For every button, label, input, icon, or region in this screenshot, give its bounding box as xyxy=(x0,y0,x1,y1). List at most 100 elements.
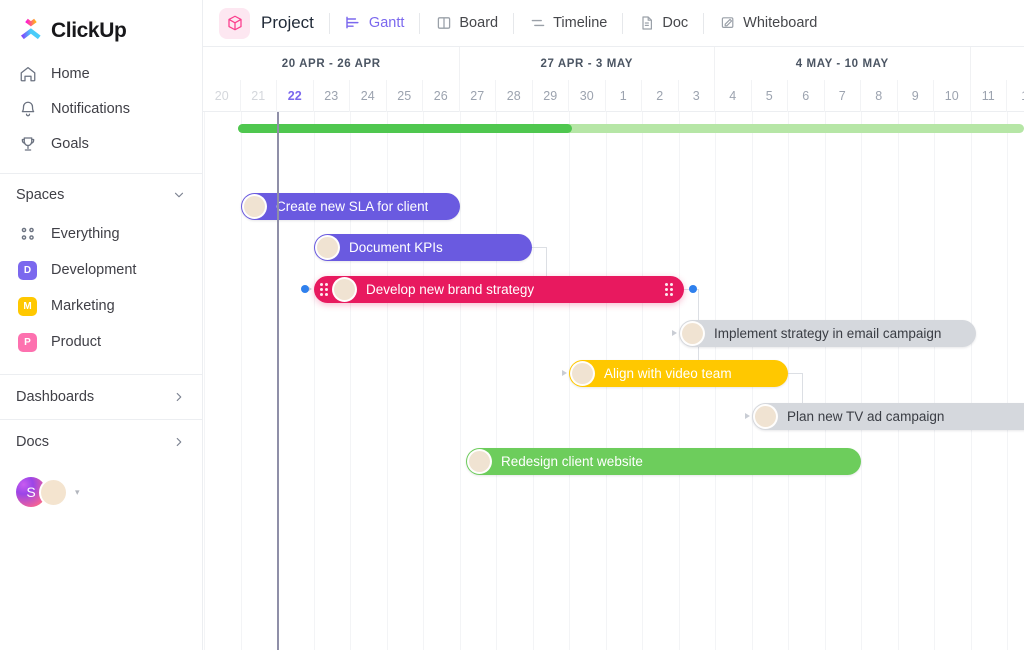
tab-board[interactable]: Board xyxy=(435,15,498,32)
day-cell[interactable]: 9 xyxy=(898,80,934,112)
day-cell[interactable]: 26 xyxy=(423,80,460,112)
grid-line xyxy=(569,112,570,650)
day-cell[interactable]: 29 xyxy=(533,80,569,112)
sidebar-item-everything-label: Everything xyxy=(51,226,120,242)
day-cell[interactable]: 20 xyxy=(204,80,241,112)
sidebar: ClickUp Home Notifications Goals Spaces … xyxy=(0,0,203,650)
day-cell[interactable]: 4 xyxy=(715,80,752,112)
day-cell[interactable]: 27 xyxy=(460,80,496,112)
toolbar-divider xyxy=(622,12,624,34)
gantt-task-bar[interactable]: Develop new brand strategy xyxy=(314,276,684,303)
day-cell[interactable]: 8 xyxy=(861,80,898,112)
day-cell[interactable]: 21 xyxy=(241,80,277,112)
day-cell[interactable]: 25 xyxy=(387,80,423,112)
day-cell[interactable]: 1 xyxy=(606,80,642,112)
assignee-avatar[interactable] xyxy=(467,449,492,474)
avatar[interactable] xyxy=(39,477,68,507)
dependency-handle-right[interactable] xyxy=(689,285,697,293)
assignee-avatar[interactable] xyxy=(680,321,705,346)
tab-timeline[interactable]: Timeline xyxy=(529,15,607,32)
caret-down-icon[interactable]: ▾ xyxy=(75,487,80,498)
assignee-avatar[interactable] xyxy=(332,277,357,302)
day-cell[interactable]: 24 xyxy=(350,80,387,112)
sidebar-item-product-label: Product xyxy=(51,334,101,350)
day-cell[interactable]: 2 xyxy=(642,80,679,112)
grid-line xyxy=(824,112,826,650)
gantt-task-label: Plan new TV ad campaign xyxy=(787,409,945,424)
gantt-task-label: Create new SLA for client xyxy=(276,199,429,214)
day-cell[interactable]: 11 xyxy=(971,80,1007,112)
dependency-handle-left[interactable] xyxy=(301,285,309,293)
day-cell[interactable]: 5 xyxy=(752,80,788,112)
week-label: 27 APR - 3 MAY xyxy=(460,47,715,80)
sidebar-item-notifications-label: Notifications xyxy=(51,100,130,117)
grid-line xyxy=(934,112,935,650)
overall-progress-fill xyxy=(238,124,572,133)
chevron-down-icon[interactable] xyxy=(172,188,186,202)
gantt-chart-canvas[interactable]: TODAYCreate new SLA for clientDocument K… xyxy=(203,112,1024,650)
week-row: 20 APR - 26 APR 27 APR - 3 MAY 4 MAY - 10 … xyxy=(203,47,1024,80)
grid-line xyxy=(496,112,497,650)
sidebar-section-spaces[interactable]: Spaces xyxy=(0,174,202,216)
gantt-task-bar[interactable]: Implement strategy in email campaign xyxy=(679,320,976,347)
sidebar-item-marketing[interactable]: M Marketing xyxy=(0,288,202,324)
gantt-task-bar[interactable]: Align with video team xyxy=(569,360,788,387)
gantt-task-label: Implement strategy in email campaign xyxy=(714,326,942,341)
day-cell[interactable]: 6 xyxy=(788,80,825,112)
assignee-avatar[interactable] xyxy=(570,361,595,386)
sidebar-item-development[interactable]: D Development xyxy=(0,252,202,288)
dependency-arrow-icon xyxy=(672,330,677,336)
tab-whiteboard-label: Whiteboard xyxy=(743,15,818,31)
toolbar-divider xyxy=(703,12,705,34)
gantt-task-bar[interactable]: Document KPIs xyxy=(314,234,532,261)
board-icon xyxy=(435,15,452,32)
tab-doc[interactable]: Doc xyxy=(638,15,688,32)
sidebar-item-goals[interactable]: Goals xyxy=(0,126,202,161)
resize-handle-icon[interactable] xyxy=(665,283,676,296)
assignee-avatar[interactable] xyxy=(315,235,340,260)
toolbar-divider xyxy=(328,12,330,34)
sidebar-item-product[interactable]: P Product xyxy=(0,324,202,360)
topbar: Project Gantt Board Timeline Doc Whitebo… xyxy=(203,0,1024,47)
space-badge-development: D xyxy=(18,260,37,280)
day-cell[interactable]: 10 xyxy=(934,80,971,112)
gantt-task-bar[interactable]: Plan new TV ad campaign xyxy=(752,403,1024,430)
assignee-avatar[interactable] xyxy=(242,194,267,219)
sidebar-item-dashboards-label: Dashboards xyxy=(16,389,95,405)
grid-line xyxy=(970,112,972,650)
sidebar-item-home[interactable]: Home xyxy=(0,56,202,91)
assignee-avatar[interactable] xyxy=(753,404,778,429)
day-cell[interactable]: 1 xyxy=(1007,80,1024,112)
gantt-task-bar[interactable]: Redesign client website xyxy=(466,448,861,475)
grid-line xyxy=(788,112,789,650)
clickup-logo-icon xyxy=(18,18,44,44)
doc-icon xyxy=(638,15,655,32)
app-logo-text: ClickUp xyxy=(51,19,127,42)
sidebar-item-dashboards[interactable]: Dashboards xyxy=(0,375,202,419)
drag-handle-icon[interactable] xyxy=(320,283,331,296)
sidebar-user-row[interactable]: S ▾ xyxy=(0,470,202,514)
gantt-task-bar[interactable]: Create new SLA for client xyxy=(241,193,460,220)
day-cell[interactable]: 3 xyxy=(679,80,715,112)
day-cell[interactable]: 7 xyxy=(825,80,861,112)
gantt-icon xyxy=(345,15,362,32)
gantt-task-label: Redesign client website xyxy=(501,454,643,469)
whiteboard-icon xyxy=(719,15,736,32)
chevron-right-icon[interactable] xyxy=(172,390,186,404)
today-marker-line xyxy=(277,112,279,650)
sidebar-item-everything[interactable]: Everything xyxy=(0,216,202,252)
sidebar-item-docs[interactable]: Docs xyxy=(0,420,202,464)
sidebar-item-marketing-label: Marketing xyxy=(51,298,115,314)
chevron-right-icon[interactable] xyxy=(172,435,186,449)
app-logo[interactable]: ClickUp xyxy=(0,0,202,46)
sidebar-section-spaces-label: Spaces xyxy=(16,187,65,203)
day-cell[interactable]: 28 xyxy=(496,80,533,112)
tab-whiteboard[interactable]: Whiteboard xyxy=(719,15,817,32)
day-cell[interactable]: 23 xyxy=(314,80,350,112)
sidebar-item-home-label: Home xyxy=(51,65,90,82)
day-cell[interactable]: 22 xyxy=(277,80,314,112)
bell-icon xyxy=(18,99,37,118)
sidebar-item-notifications[interactable]: Notifications xyxy=(0,91,202,126)
tab-gantt[interactable]: Gantt xyxy=(345,15,404,32)
day-cell[interactable]: 30 xyxy=(569,80,606,112)
